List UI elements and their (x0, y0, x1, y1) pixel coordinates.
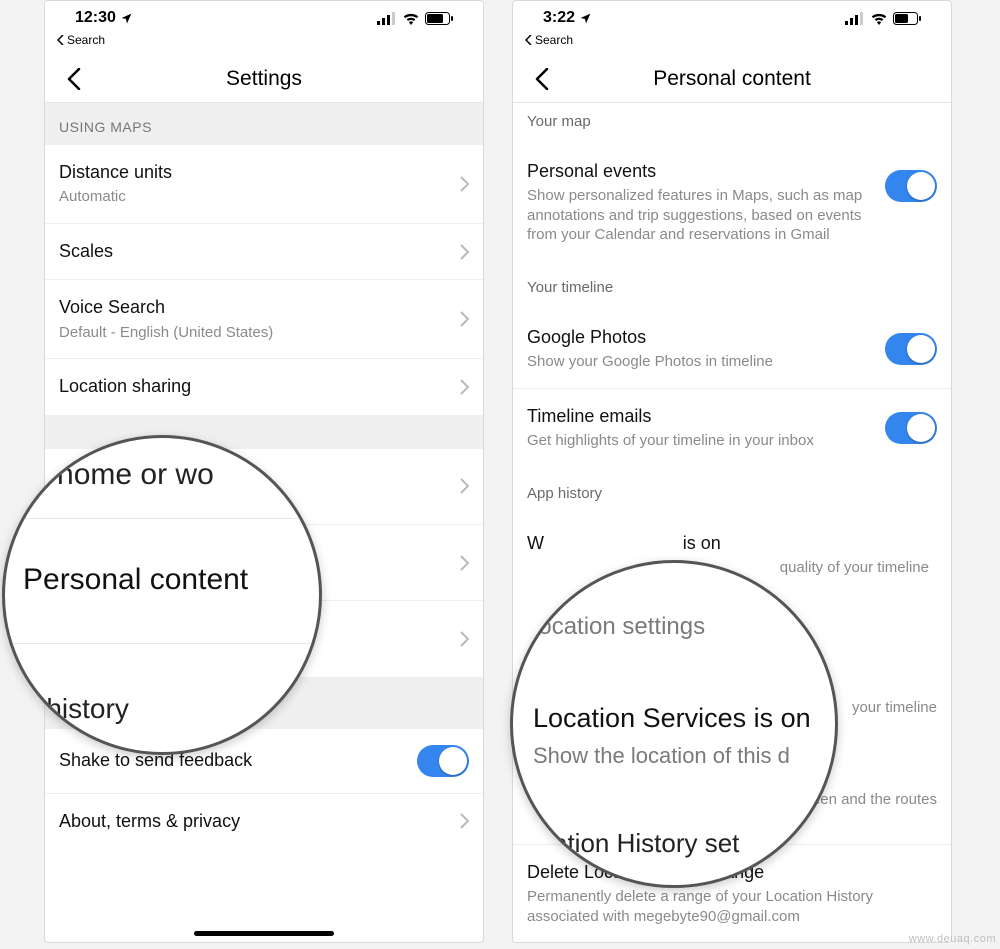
mag-edit-home: dit home or wo (17, 458, 214, 492)
back-to-app[interactable]: Search (57, 33, 105, 47)
status-time: 12:30 (75, 9, 116, 27)
mag-location-settings: Location settings (525, 613, 705, 641)
status-bar: 12:30 (45, 1, 483, 35)
wifi-icon (402, 12, 420, 25)
magnifier-right: Location settings Location Services is o… (510, 560, 838, 888)
watermark: www.deuaq.com (909, 933, 996, 945)
battery-icon (425, 12, 453, 25)
row-title: Timeline emails (527, 405, 877, 428)
row-title: Distance units (59, 161, 451, 184)
status-bar: 3:22 (513, 1, 951, 35)
row-google-photos[interactable]: Google Photos Show your Google Photos in… (513, 310, 951, 389)
mag-personal-content: Personal content (23, 563, 248, 597)
status-time: 3:22 (543, 9, 575, 27)
mag-location-services: Location Services is on (533, 703, 811, 734)
chevron-left-icon (535, 68, 549, 90)
back-app-label: Search (535, 33, 573, 47)
back-button[interactable] (527, 64, 557, 94)
mag-location-history: ation History set (553, 828, 739, 859)
row-subtitle-fragment: your timeline (852, 699, 937, 716)
tiny-back-icon (57, 35, 65, 45)
location-arrow-icon (579, 12, 592, 25)
toggle-timeline-emails[interactable] (885, 412, 937, 444)
row-location-sharing[interactable]: Location sharing (45, 359, 483, 414)
row-title: Location sharing (59, 375, 451, 398)
section-your-timeline: Your timeline (513, 261, 951, 310)
chevron-right-icon (459, 244, 469, 260)
section-app-history: App history (513, 467, 951, 516)
battery-icon (893, 12, 921, 25)
row-title: About, terms & privacy (59, 810, 451, 833)
row-title: Google Photos (527, 326, 877, 349)
row-about-terms[interactable]: About, terms & privacy (45, 794, 483, 849)
cellular-icon (845, 12, 865, 25)
cellular-icon (377, 12, 397, 25)
toggle-personal-events[interactable] (885, 170, 937, 202)
mag-location-sub: Show the location of this d (533, 743, 790, 769)
mag-maps-history: ps history (9, 693, 129, 725)
chevron-right-icon (459, 478, 469, 494)
chevron-right-icon (459, 813, 469, 829)
location-arrow-icon (120, 12, 133, 25)
row-title: Scales (59, 240, 451, 263)
magnifier-left: dit home or wo Personal content ps histo… (2, 435, 322, 755)
row-subtitle: Permanently delete a range of your Locat… (527, 887, 929, 926)
back-button[interactable] (59, 64, 89, 94)
chevron-right-icon (459, 176, 469, 192)
nav-header: Personal content (513, 55, 951, 103)
row-voice-search[interactable]: Voice Search Default - English (United S… (45, 280, 483, 359)
chevron-left-icon (67, 68, 81, 90)
tiny-back-icon (525, 35, 533, 45)
row-timeline-emails[interactable]: Timeline emails Get highlights of your t… (513, 389, 951, 467)
row-subtitle: Show your Google Photos in timeline (527, 352, 877, 372)
chevron-right-icon (459, 379, 469, 395)
chevron-right-icon (459, 311, 469, 327)
page-title: Personal content (653, 67, 811, 91)
row-subtitle: Show personalized features in Maps, such… (527, 186, 877, 245)
row-personal-events[interactable]: Personal events Show personalized featur… (513, 144, 951, 261)
row-title: Web & App Activity is on (527, 532, 929, 555)
row-subtitle: Get highlights of your timeline in your … (527, 431, 877, 451)
row-title: Voice Search (59, 296, 451, 319)
page-title: Settings (226, 67, 302, 91)
row-distance-units[interactable]: Distance units Automatic (45, 145, 483, 224)
row-title: Shake to send feedback (59, 749, 409, 772)
nav-header: Settings (45, 55, 483, 103)
toggle-shake-feedback[interactable] (417, 745, 469, 777)
row-title: Personal events (527, 160, 877, 183)
row-subtitle: Automatic (59, 187, 451, 207)
section-using-maps: USING MAPS (45, 103, 483, 145)
toggle-google-photos[interactable] (885, 333, 937, 365)
row-scales[interactable]: Scales (45, 224, 483, 280)
chevron-right-icon (459, 631, 469, 647)
chevron-right-icon (459, 555, 469, 571)
wifi-icon (870, 12, 888, 25)
home-indicator[interactable] (194, 931, 334, 936)
section-your-map: Your map (513, 103, 951, 144)
back-app-label: Search (67, 33, 105, 47)
back-to-app[interactable]: Search (525, 33, 573, 47)
row-subtitle: Default - English (United States) (59, 323, 451, 343)
